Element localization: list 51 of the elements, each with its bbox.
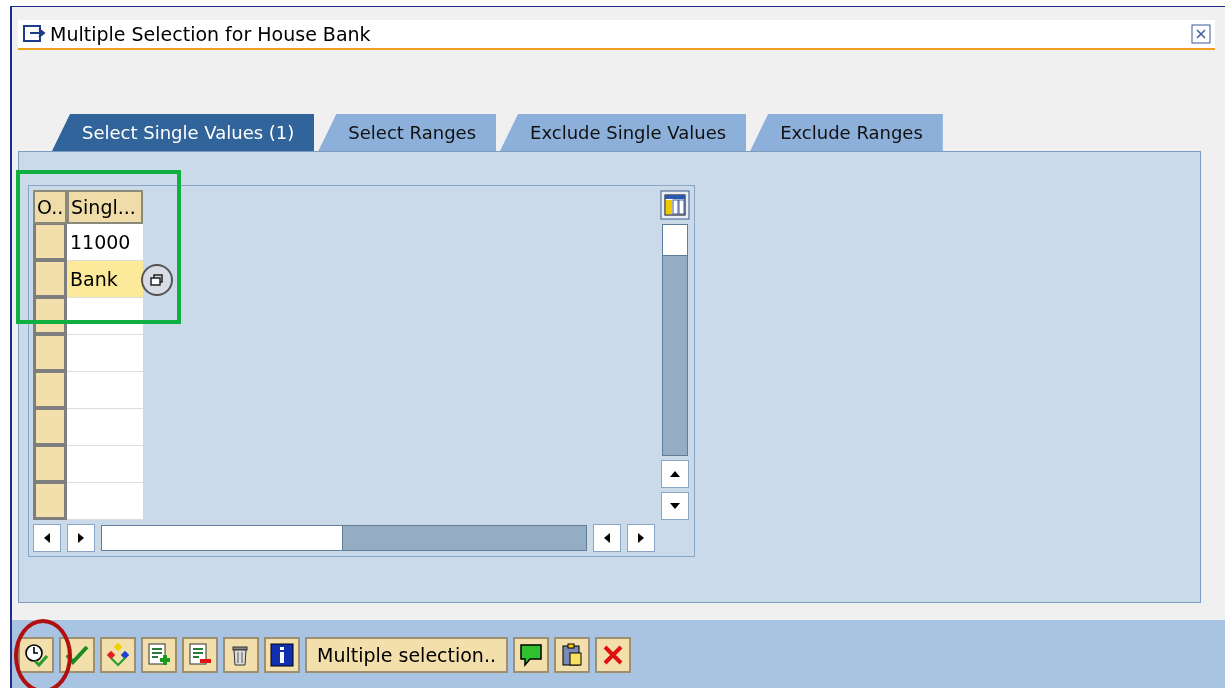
vertical-scrollbar[interactable] xyxy=(662,224,688,456)
window-title: Multiple Selection for House Bank xyxy=(50,23,372,45)
tab[interactable]: Exclude Ranges xyxy=(750,114,943,151)
row-selector[interactable] xyxy=(33,372,67,409)
row-selector[interactable] xyxy=(33,409,67,446)
checkmark-button[interactable] xyxy=(59,636,95,673)
row-selector[interactable] xyxy=(33,224,67,261)
value-cell[interactable] xyxy=(67,372,143,409)
clock-check-icon xyxy=(23,641,49,668)
value-cell[interactable] xyxy=(67,335,143,372)
multiple-selection-button[interactable]: Multiple selection.. xyxy=(305,636,508,673)
scroll-up-button[interactable] xyxy=(661,460,689,488)
tab[interactable]: Exclude Single Values xyxy=(500,114,747,151)
value-cell[interactable] xyxy=(67,409,143,446)
row-selector[interactable] xyxy=(33,261,67,298)
value-help-icon[interactable] xyxy=(141,263,173,296)
colored-diamonds-button[interactable] xyxy=(100,636,136,673)
info-button[interactable] xyxy=(264,636,300,673)
scroll-right-button[interactable] xyxy=(627,524,655,552)
column-header[interactable]: O.. xyxy=(33,190,67,224)
delete-row-button[interactable] xyxy=(182,636,218,673)
colored-diamonds-icon xyxy=(105,641,131,668)
scroll-down-button[interactable] xyxy=(661,492,689,520)
clipboard-icon xyxy=(559,641,585,668)
value-cell[interactable] xyxy=(67,446,143,483)
close-icon[interactable] xyxy=(1191,24,1211,44)
highlight-circle xyxy=(14,619,72,688)
add-row-button[interactable] xyxy=(141,636,177,673)
scroll-left-button[interactable] xyxy=(593,524,621,552)
clock-check-button[interactable] xyxy=(18,636,54,673)
column-settings-icon[interactable] xyxy=(660,190,690,220)
clipboard-button[interactable] xyxy=(554,636,590,673)
value-cell[interactable] xyxy=(67,483,143,520)
delete-row-icon xyxy=(187,641,213,668)
scroll-left-button[interactable] xyxy=(33,524,61,552)
info-icon xyxy=(269,641,295,668)
scroll-right-button[interactable] xyxy=(67,524,95,552)
add-row-icon xyxy=(146,641,172,668)
window-icon xyxy=(22,24,46,44)
row-selector[interactable] xyxy=(33,335,67,372)
tab[interactable]: Select Ranges xyxy=(318,114,497,151)
column-header[interactable]: Singl... xyxy=(67,190,143,224)
value-cell[interactable]: Bank xyxy=(67,261,143,298)
tab[interactable]: Select Single Values (1) xyxy=(52,114,315,151)
row-selector[interactable] xyxy=(33,446,67,483)
horizontal-scrollbar[interactable] xyxy=(101,525,587,551)
trash-button[interactable] xyxy=(223,636,259,673)
speech-bubble-button[interactable] xyxy=(513,636,549,673)
speech-bubble-icon xyxy=(518,641,544,668)
cancel-button[interactable] xyxy=(595,636,631,673)
value-cell[interactable]: 11000 xyxy=(67,224,143,261)
